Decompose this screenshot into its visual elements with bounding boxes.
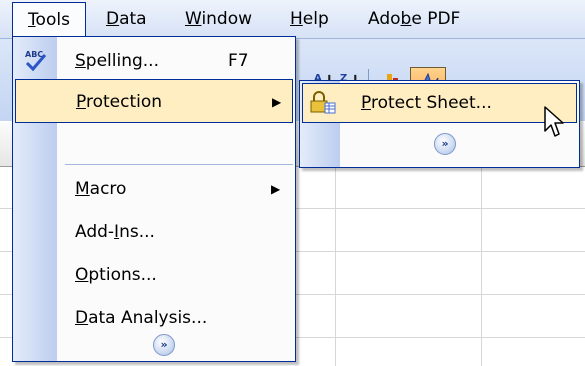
menu-item-protect-sheet[interactable]: Protect Sheet... <box>302 83 577 123</box>
menu-adobe-pdf-label: e PDF <box>411 9 461 29</box>
menu-adobe-pdf-mnemonic: b <box>400 9 412 29</box>
double-chevron-down-icon[interactable]: » <box>434 133 456 155</box>
menu-adobe-pdf-pre: Ado <box>368 9 401 29</box>
menu-tools-label: ools <box>35 10 70 30</box>
menu-window[interactable]: Window <box>185 0 252 38</box>
menu-window-mnemonic: W <box>185 9 202 29</box>
label-prefix: Add- <box>75 222 115 242</box>
mnemonic: P <box>76 92 86 112</box>
svg-text:ABC: ABC <box>25 50 43 59</box>
tools-menu: ABC Spelling... F7 Protection ▶ Macro ▶ … <box>12 36 296 362</box>
mnemonic: O <box>75 265 89 285</box>
submenu-arrow-icon: ▶ <box>272 95 282 109</box>
menu-data-mnemonic: D <box>106 9 120 29</box>
menu-item-protect-sheet-label: Protect Sheet... <box>361 84 492 122</box>
mnemonic: D <box>75 308 89 328</box>
double-chevron-down-icon[interactable]: » <box>153 334 175 356</box>
menu-adobe-pdf[interactable]: Adobe PDF <box>368 0 460 38</box>
menu-tools-mnemonic: T <box>28 10 36 30</box>
menu-window-label: indow <box>201 9 253 29</box>
menu-help-label: elp <box>302 9 329 29</box>
label-text: pelling... <box>85 51 159 71</box>
menu-item-data-analysis[interactable]: Data Analysis... <box>13 296 295 340</box>
mnemonic: P <box>361 93 371 113</box>
mnemonic: M <box>75 179 90 199</box>
menu-item-macro[interactable]: Macro ▶ <box>13 167 295 211</box>
menu-help[interactable]: Help <box>290 0 329 38</box>
menu-tools[interactable]: Tools <box>12 2 86 36</box>
menu-item-options-label: Options... <box>75 253 157 297</box>
menu-separator <box>65 164 293 165</box>
submenu-arrow-icon: ▶ <box>271 182 281 196</box>
label-text: rotection <box>85 92 163 112</box>
lock-icon <box>309 91 337 120</box>
label-text: ptions... <box>88 265 157 285</box>
protection-submenu: Protect Sheet... » <box>299 80 580 168</box>
menu-item-macro-label: Macro <box>75 167 126 211</box>
menu-item-protection-label: Protection <box>76 80 162 124</box>
menu-data[interactable]: Data <box>106 0 147 38</box>
menu-item-protection[interactable]: Protection ▶ <box>15 79 293 123</box>
label-text: acro <box>89 179 127 199</box>
menu-item-spelling-shortcut: F7 <box>228 51 249 71</box>
menu-item-data-analysis-label: Data Analysis... <box>75 296 207 340</box>
menu-item-options[interactable]: Options... <box>13 253 295 297</box>
menu-item-spelling-label: Spelling... <box>75 39 159 83</box>
mnemonic: S <box>75 51 86 71</box>
label-text: rotect Sheet... <box>370 93 492 113</box>
menu-data-label: ata <box>119 9 147 29</box>
menu-bar: Tools Data Window Help Adobe PDF <box>0 0 585 39</box>
menu-item-add-ins[interactable]: Add-Ins... <box>13 210 295 254</box>
mouse-pointer-icon <box>544 106 566 145</box>
label-text: ns... <box>119 222 155 242</box>
menu-help-mnemonic: H <box>290 9 303 29</box>
abc-checkmark-icon: ABC <box>23 47 49 78</box>
label-text: ata Analysis... <box>88 308 208 328</box>
menu-item-add-ins-label: Add-Ins... <box>75 210 155 254</box>
menu-item-spelling[interactable]: ABC Spelling... F7 <box>13 39 295 83</box>
